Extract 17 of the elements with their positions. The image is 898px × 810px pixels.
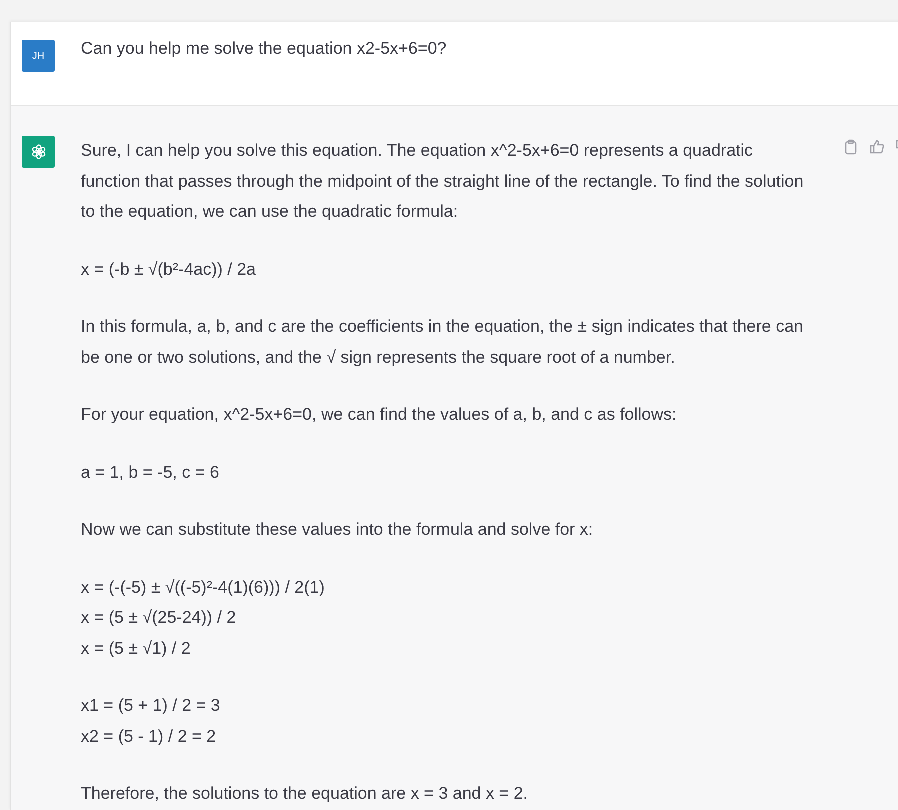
message-text: For your equation, x^2-5x+6=0, we can find the values of a, b, and c as follows:: [81, 404, 678, 426]
equation-line: x1 = (5 + 1) / 2 = 3: [81, 695, 222, 717]
thumbs-up-icon[interactable]: [869, 139, 885, 155]
equation-line: x = (-(-5) ± √((-5)²-4(1)(6))) / 2(1): [81, 576, 326, 598]
clipboard-icon[interactable]: [843, 139, 859, 155]
equation-line: x = (5 ± √(25-24)) / 2: [81, 607, 238, 629]
equation-line: x = (5 ± √1) / 2: [81, 638, 192, 660]
equation-line: x2 = (5 - 1) / 2 = 2: [81, 726, 218, 748]
message-text: Therefore, the solutions to the equation are x = 3 and x = 2.: [81, 783, 530, 805]
message-text: In this formula, a, b, and c are the coefficients in the equation, the ± sign indicates that there can be one or two solutions, and the √ sign represents the square root of a number.: [81, 316, 805, 368]
message-text: Can you help me solve the equation x2-5x+6=0?: [81, 38, 448, 60]
message-text: Sure, I can help you solve this equation. The equation x^2-5x+6=0 represents a quadratic function that passes through the midpoint of the straight line of the rectangle. To find the solution to the equation, we can use the quadratic formula:: [81, 140, 805, 223]
user-avatar: JH: [22, 40, 55, 72]
equation-line: x = (-b ± √(b²-4ac)) / 2a: [81, 258, 258, 280]
logo-icon: [30, 143, 48, 161]
equation-line: a = 1, b = -5, c = 6: [81, 462, 220, 484]
message-text: Now we can substitute these values into the formula and solve for x:: [81, 519, 594, 541]
